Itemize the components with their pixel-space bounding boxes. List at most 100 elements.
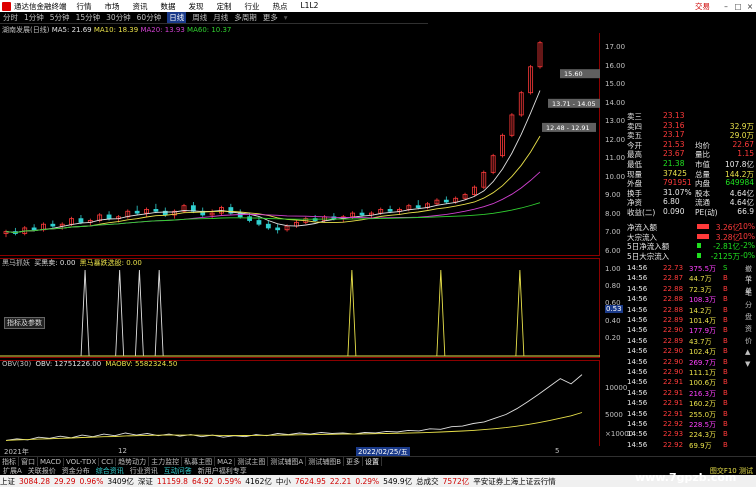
indicator-tab[interactable]: MA2: [215, 457, 236, 466]
fund-percent: 10%: [738, 222, 755, 231]
tick-side: B: [723, 430, 728, 439]
obv-chart[interactable]: [0, 360, 600, 446]
tab-30min[interactable]: 30分钟: [106, 12, 131, 23]
menu-item-quotes[interactable]: 行情: [77, 1, 92, 12]
indicator-tab[interactable]: 测试主图: [235, 457, 269, 466]
chevron-down-icon[interactable]: ▾: [284, 13, 288, 22]
price-axis-tick: 7.00: [605, 228, 621, 237]
candle-body: [106, 214, 112, 220]
side-tab[interactable]: 分: [745, 300, 752, 310]
quote-row: 现量 37425 总量 144.2万: [625, 169, 756, 179]
tick-price: 22.91: [663, 378, 684, 387]
tick-volume: 108.3万: [689, 296, 717, 305]
menu-item-market[interactable]: 市场: [105, 1, 120, 12]
indicator-tab[interactable]: 窗口: [19, 457, 38, 466]
menu-item-custom[interactable]: 定制: [217, 1, 232, 12]
tick-time: 14:56: [627, 336, 648, 345]
tick-time: 14:56: [627, 347, 648, 356]
tick-volume: 43.7万: [689, 337, 712, 346]
sub-tab[interactable]: 行业资讯: [127, 466, 161, 475]
signal-spike: [436, 269, 446, 357]
menu-item-l1l2[interactable]: L1L2: [301, 1, 319, 12]
sub-tab[interactable]: 综合资讯: [93, 466, 127, 475]
indicator-tab[interactable]: 主力监控: [149, 457, 183, 466]
tick-time: 14:56: [627, 409, 648, 418]
price-axis-tick: 8.00: [605, 209, 621, 218]
side-tab[interactable]: 笔: [745, 288, 752, 298]
maximize-icon[interactable]: □: [732, 2, 744, 11]
tick-time: 14:56: [627, 295, 648, 304]
status-val: 11159.8: [156, 476, 188, 486]
price-annotation-text: 15.60: [564, 70, 583, 78]
sub-tab[interactable]: 关联报价: [25, 466, 59, 475]
quote-value: 0.090: [663, 207, 685, 216]
tick-side: S: [723, 264, 728, 272]
side-tab[interactable]: 资: [745, 324, 752, 334]
tab-weekly[interactable]: 周线: [192, 12, 207, 23]
side-tab[interactable]: 盘: [745, 312, 752, 322]
indicator-tabs: 指标 窗口 MACD VOL-TDX CCI 趋势动力 主力监控 私募主图 MA2 测试主图 测试辅…: [0, 456, 756, 466]
tab-15min[interactable]: 15分钟: [76, 12, 101, 23]
side-tab[interactable]: ▲: [745, 348, 750, 356]
fund-row: 5日大宗流入 -2125万 -0%: [625, 251, 756, 261]
quote-value-2: 22.67: [732, 139, 754, 149]
fund-bar: [697, 243, 701, 249]
indicator-tab[interactable]: 更多: [344, 457, 364, 466]
quote-value: 23.17: [663, 130, 685, 140]
quote-row: 最高 23.67 量比 1.15: [625, 149, 756, 159]
indicator-tab[interactable]: 设置: [363, 457, 383, 466]
status-chg: 22.21: [329, 476, 352, 486]
indicator-axis: 1.00 0.80 0.60 0.40 0.20 0.53: [603, 258, 625, 358]
tab-5min[interactable]: 5分钟: [50, 12, 70, 23]
tick-price: 22.92: [663, 420, 684, 428]
tab-daily[interactable]: 日线: [167, 12, 187, 23]
tick-row: 14:56 22.91 216.3万 B: [625, 389, 756, 398]
indicator-tab[interactable]: CCI: [99, 457, 117, 466]
indicator-tab[interactable]: 趋势动力: [116, 457, 150, 466]
indicator-tab[interactable]: MACD: [38, 457, 64, 466]
signal-spike: [115, 269, 125, 357]
status-pct: 0.59%: [217, 476, 242, 486]
tab-60min[interactable]: 60分钟: [137, 12, 162, 23]
tab-minute-chart[interactable]: 分时: [3, 12, 18, 23]
sub-tab[interactable]: 互动问答: [161, 466, 195, 475]
menu-item-industry[interactable]: 行业: [245, 1, 260, 12]
tick-row: 14:56 22.89 43.7万 B: [625, 337, 756, 346]
tab-1min[interactable]: 1分钟: [24, 12, 44, 23]
price-chart[interactable]: 13.71 - 14.05 12.48 - 12.91 15.60: [0, 33, 600, 256]
indicator-tab[interactable]: 私募主图: [182, 457, 216, 466]
tab-more[interactable]: 更多: [263, 12, 278, 23]
close-icon[interactable]: ×: [744, 2, 756, 11]
indicator-tab[interactable]: VOL-TDX: [64, 457, 100, 466]
menu-item-discover[interactable]: 发现: [189, 1, 204, 12]
tick-side: B: [723, 336, 728, 345]
sub-tab[interactable]: 新用户福利专享: [195, 466, 250, 475]
trade-button[interactable]: 交易: [695, 1, 710, 12]
quote-row: 最低 21.38 市值 107.8亿: [625, 159, 756, 169]
menu-item-hot[interactable]: 热点: [273, 1, 288, 12]
tab-multi-period[interactable]: 多周期: [234, 12, 257, 23]
sub-tab[interactable]: 资金分布: [59, 466, 93, 475]
tick-row: 14:56 22.91 160.2万 B: [625, 399, 756, 408]
tick-time: 14:56: [627, 420, 648, 428]
status-amt: 549.9亿: [383, 476, 413, 486]
candle-body: [387, 208, 393, 212]
price-axis-tick: 10.00: [605, 172, 626, 181]
menu-item-news[interactable]: 资讯: [133, 1, 148, 12]
indicator-tab[interactable]: 测试辅图B: [306, 457, 345, 466]
tab-monthly[interactable]: 月线: [213, 12, 228, 23]
side-tab[interactable]: 价: [745, 336, 752, 346]
indicator-tab[interactable]: 测试辅图A: [268, 457, 307, 466]
sub-tab[interactable]: 扩展A: [0, 466, 25, 475]
tick-time: 14:56: [627, 368, 648, 376]
menu-item-data[interactable]: 数据: [161, 1, 176, 12]
tick-row: 14:56 22.73 375.5万 S: [625, 264, 756, 273]
black-horse-indicator-chart[interactable]: [0, 258, 600, 358]
minimize-icon[interactable]: –: [720, 2, 732, 11]
candle-body: [256, 220, 262, 225]
tick-price: 22.88: [663, 284, 684, 293]
tick-price: 22.73: [663, 264, 684, 272]
indicator-tab[interactable]: 指标: [0, 457, 19, 466]
side-tab[interactable]: ▼: [745, 360, 750, 368]
status-chg: 29.29: [54, 476, 76, 486]
